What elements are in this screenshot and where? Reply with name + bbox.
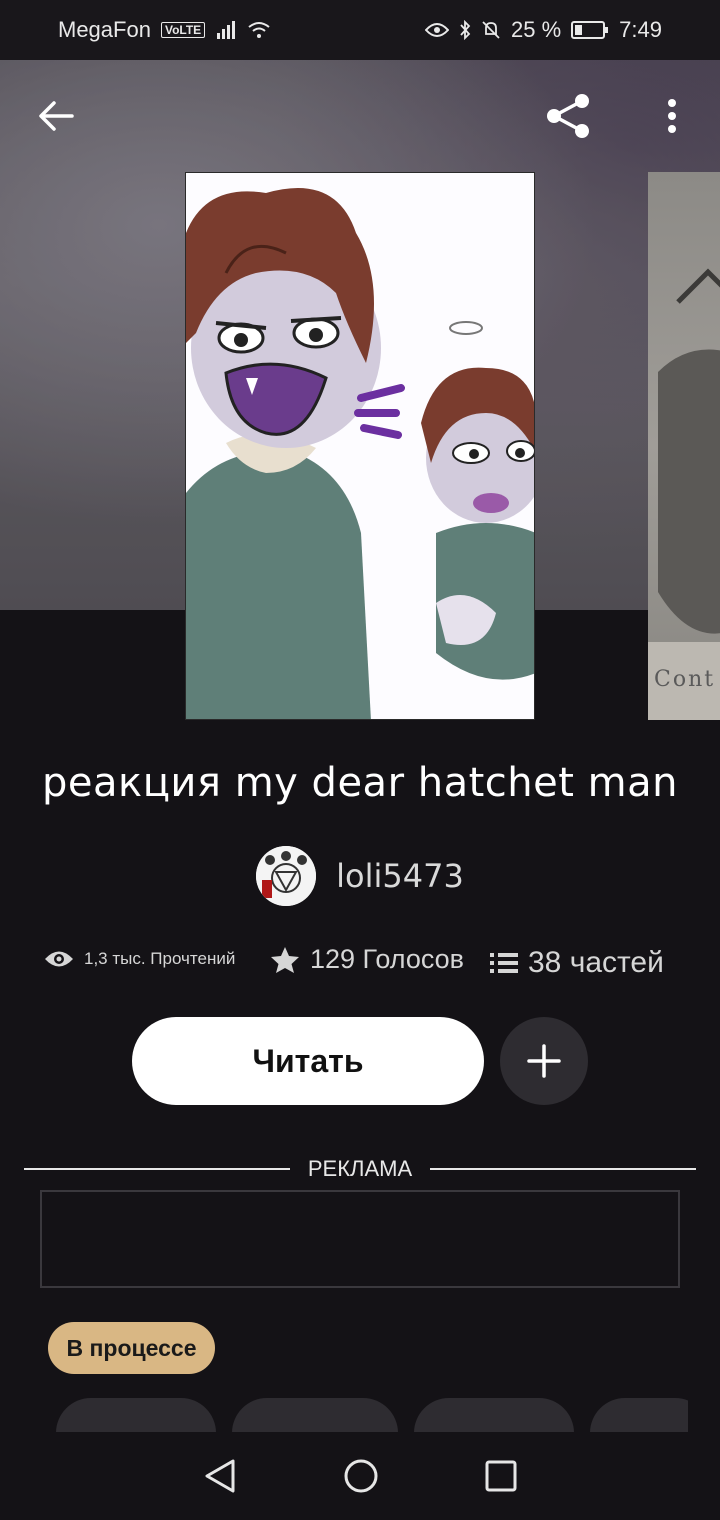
story-stats: 1,3 тыс. Прочтений 129 Голосов 38 частей xyxy=(0,940,720,990)
wifi-icon xyxy=(248,22,270,38)
next-cover-illustration xyxy=(648,268,720,720)
votes-count: 129 Голосов xyxy=(310,944,465,974)
reads-stat: 1,3 тыс. Прочтений xyxy=(44,948,235,970)
story-title: реакция my dear hatchet man xyxy=(42,760,678,806)
eye-comfort-icon xyxy=(425,23,450,37)
share-icon xyxy=(547,94,589,138)
tags-row xyxy=(56,1398,688,1432)
status-badge: В процессе xyxy=(48,1322,215,1374)
reads-count: 1,3 тыс. Прочтений xyxy=(84,949,236,968)
tag-chip[interactable] xyxy=(414,1398,574,1432)
more-vertical-icon xyxy=(668,99,676,133)
author-row[interactable]: loli5473 xyxy=(0,846,720,906)
author-avatar[interactable] xyxy=(256,846,317,906)
more-button[interactable] xyxy=(644,88,700,144)
next-cover-text: Cont xyxy=(654,667,716,692)
eye-icon xyxy=(45,951,73,967)
clock: 7:49 xyxy=(619,17,662,42)
ad-divider-right xyxy=(430,1168,696,1170)
ad-container[interactable] xyxy=(40,1190,680,1288)
volte-badge: VoLTE xyxy=(160,22,206,38)
cover-illustration xyxy=(186,173,534,719)
tag-chip[interactable] xyxy=(232,1398,398,1432)
system-nav-bar xyxy=(0,1432,720,1520)
story-cover[interactable] xyxy=(185,172,535,720)
star-icon xyxy=(271,946,299,973)
parts-count: 38 частей xyxy=(528,946,664,979)
carrier-label: MegaFon xyxy=(58,17,151,42)
tag-chip[interactable] xyxy=(590,1398,688,1432)
author-name[interactable]: loli5473 xyxy=(336,857,464,895)
nav-back-icon[interactable] xyxy=(203,1458,237,1494)
tag-chip[interactable] xyxy=(56,1398,216,1432)
battery-percent: 25 % xyxy=(511,17,562,42)
back-button[interactable] xyxy=(28,88,84,144)
read-button[interactable]: Читать xyxy=(132,1017,484,1105)
status-bar: MegaFon VoLTE 25 % 7:49 xyxy=(0,0,720,60)
bluetooth-icon xyxy=(460,20,471,40)
next-story-cover[interactable]: Cont xyxy=(648,172,720,720)
plus-icon xyxy=(527,1044,561,1078)
parts-stat: 38 частей xyxy=(490,946,664,980)
nav-home-icon[interactable] xyxy=(343,1458,379,1494)
share-button[interactable] xyxy=(540,88,596,144)
avatar-image xyxy=(256,846,317,906)
list-icon xyxy=(490,953,518,973)
mute-icon xyxy=(482,21,500,39)
arrow-left-icon xyxy=(39,101,74,131)
votes-stat: 129 Голосов xyxy=(270,944,464,975)
nav-recents-icon[interactable] xyxy=(485,1460,517,1492)
add-to-library-button[interactable] xyxy=(500,1017,588,1105)
battery-icon xyxy=(571,21,609,39)
signal-icon xyxy=(217,21,236,39)
